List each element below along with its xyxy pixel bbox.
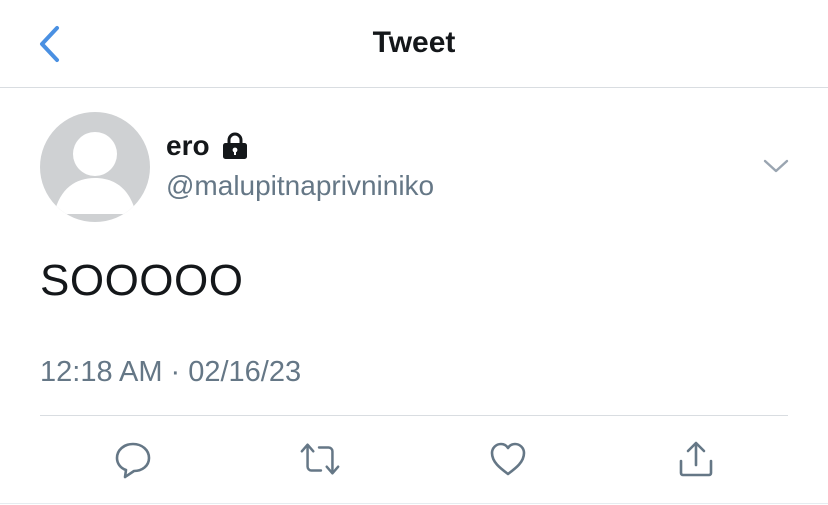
tweet-time: 12:18 AM <box>40 356 163 388</box>
chevron-down-icon <box>763 159 789 173</box>
divider <box>40 415 788 416</box>
like-button[interactable] <box>486 437 530 481</box>
tweet-timestamp: 12:18 AM · 02/16/23 <box>40 356 301 389</box>
share-icon <box>679 441 713 477</box>
tweet-detail-screen: Tweet ero @malupitnaprivniniko SOOOOO 12… <box>0 0 828 505</box>
avatar[interactable] <box>40 112 150 222</box>
bottom-divider <box>0 503 828 504</box>
retweet-icon <box>300 443 340 475</box>
default-avatar-icon <box>54 132 136 214</box>
tweet-text: SOOOOO <box>40 256 244 305</box>
share-button[interactable] <box>674 437 718 481</box>
retweet-button[interactable] <box>298 437 342 481</box>
like-icon <box>490 442 526 476</box>
timestamp-separator: · <box>170 356 181 388</box>
lock-icon <box>220 131 250 161</box>
author-handle[interactable]: @malupitnaprivniniko <box>166 170 434 202</box>
nav-header: Tweet <box>0 0 828 88</box>
tweet-date: 02/16/23 <box>188 356 302 388</box>
display-name-text: ero <box>166 130 210 161</box>
reply-button[interactable] <box>111 437 155 481</box>
author-display-name[interactable]: ero <box>166 130 250 162</box>
reply-icon <box>115 442 151 479</box>
tweet-options-button[interactable] <box>758 150 794 182</box>
page-title: Tweet <box>372 26 456 59</box>
